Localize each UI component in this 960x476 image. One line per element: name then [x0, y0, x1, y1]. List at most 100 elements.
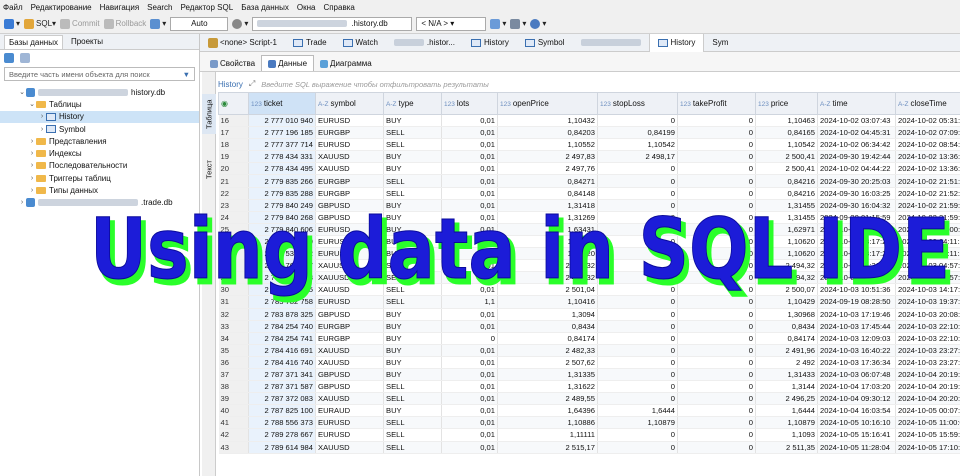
- cell-type[interactable]: SELL: [383, 428, 442, 442]
- cell-symbol[interactable]: GBPUSD: [315, 368, 384, 382]
- cell-ticket[interactable]: 2 782 005 055: [248, 283, 316, 297]
- cell-takeprofit[interactable]: 0: [677, 223, 756, 236]
- cell-lots[interactable]: 0,01: [441, 114, 498, 128]
- cell-stoploss[interactable]: 0: [597, 344, 678, 357]
- cell-type[interactable]: SELL: [383, 283, 442, 297]
- table-row[interactable]: 23 2 779 840 249 GBPUSD BUY 0,01 1,31418 0 0 1,3…: [218, 199, 960, 212]
- cell-time[interactable]: 2024-10-03 04:36:35: [817, 271, 896, 285]
- cell-openprice[interactable]: 1,64396: [497, 404, 598, 418]
- table-row[interactable]: 41 2 788 556 373 EURUSD SELL 0,01 1,10886 1,10…: [218, 416, 960, 430]
- cell-time[interactable]: 2024-10-05 15:16:41: [817, 428, 896, 442]
- table-row[interactable]: 33 2 784 254 740 EURGBP BUY 0,01 0,8434 0 0 0,84…: [218, 320, 960, 333]
- row-number-cell[interactable]: 18: [218, 138, 249, 152]
- cell-openprice[interactable]: 2 494,32: [497, 259, 598, 273]
- cell-time[interactable]: 2024-10-03 17:36:34: [817, 356, 896, 369]
- cell-closetime[interactable]: 2024-10-03 20:08:01: [895, 308, 960, 321]
- cell-type[interactable]: BUY: [383, 247, 442, 261]
- cell-price[interactable]: 2 500,07: [755, 283, 818, 297]
- cell-stoploss[interactable]: 0: [597, 356, 678, 369]
- cell-closetime[interactable]: 2024-10-04 20:19:43: [895, 368, 960, 382]
- cell-openprice[interactable]: 1,63431: [497, 223, 598, 236]
- cell-type[interactable]: SELL: [383, 392, 442, 406]
- cell-lots[interactable]: 0,01: [441, 162, 498, 176]
- row-number-cell[interactable]: 27: [218, 247, 249, 261]
- row-number-cell[interactable]: 24: [218, 211, 249, 224]
- database-icon[interactable]: [4, 53, 14, 63]
- table-row[interactable]: 18 2 777 377 714 EURUSD SELL 0,01 1,10552 1,10…: [218, 138, 960, 152]
- cell-closetime[interactable]: 2024-10-03 22:10:09: [895, 320, 960, 333]
- cell-type[interactable]: SELL: [383, 138, 442, 152]
- cell-closetime[interactable]: 2024-10-02 05:31:54: [895, 114, 960, 128]
- cell-ticket[interactable]: 2 778 434 331: [248, 150, 316, 164]
- cell-lots[interactable]: 0,01: [441, 392, 498, 406]
- cell-lots[interactable]: 0: [441, 271, 498, 285]
- chevron-right-icon[interactable]: ›: [28, 187, 36, 194]
- tab-blurred[interactable]: [573, 34, 649, 52]
- cell-lots[interactable]: 0,01: [441, 126, 498, 140]
- cell-price[interactable]: 2 492: [755, 356, 818, 369]
- cell-lots[interactable]: 0,01: [441, 320, 498, 333]
- menu-help[interactable]: Справка: [323, 3, 354, 12]
- tab-script-1[interactable]: <none> Script-1: [200, 34, 285, 52]
- cell-openprice[interactable]: 1,11111: [497, 428, 598, 442]
- cell-takeprofit[interactable]: 0: [677, 126, 756, 140]
- cell-openprice[interactable]: 1,10886: [497, 416, 598, 430]
- tab-projects[interactable]: Проекты: [71, 37, 103, 46]
- cell-type[interactable]: BUY: [383, 150, 442, 164]
- row-number-cell[interactable]: 33: [218, 320, 249, 333]
- column-header-takeprofit[interactable]: 123 takeProfit: [677, 92, 756, 115]
- row-number-cell[interactable]: 36: [218, 356, 249, 369]
- cell-stoploss[interactable]: 0: [597, 308, 678, 321]
- link-icon[interactable]: [20, 53, 30, 63]
- cell-price[interactable]: 1,1093: [755, 428, 818, 442]
- cell-openprice[interactable]: 0,84203: [497, 126, 598, 140]
- cell-symbol[interactable]: GBPUSD: [315, 380, 384, 394]
- tools-button[interactable]: ▾: [490, 17, 506, 31]
- commit-button[interactable]: Commit: [60, 17, 100, 31]
- cell-ticket[interactable]: 2 779 840 249: [248, 199, 316, 212]
- cell-stoploss[interactable]: 0: [597, 247, 678, 261]
- active-datasource-select[interactable]: .history.db: [252, 16, 413, 31]
- row-number-cell[interactable]: 31: [218, 295, 249, 309]
- column-header-rownum[interactable]: ◉: [218, 92, 249, 115]
- cell-time[interactable]: 2024-10-04 17:03:20: [817, 380, 896, 394]
- row-number-cell[interactable]: 22: [218, 187, 249, 200]
- cell-time[interactable]: 2024-10-03 06:07:48: [817, 368, 896, 382]
- cell-type[interactable]: BUY: [383, 162, 442, 176]
- cell-takeprofit[interactable]: 0: [677, 283, 756, 297]
- cell-lots[interactable]: 0,01: [441, 441, 498, 454]
- cell-type[interactable]: BUY: [383, 223, 442, 236]
- cell-symbol[interactable]: XAUUSD: [315, 162, 384, 176]
- cell-ticket[interactable]: 2 789 278 667: [248, 428, 316, 442]
- menu-database[interactable]: База данных: [241, 3, 289, 12]
- tree-node-tables[interactable]: ⌄ Таблицы: [0, 98, 199, 110]
- cell-closetime[interactable]: 2024-10-05 15:59:22: [895, 428, 960, 442]
- rollback-button[interactable]: Rollback: [103, 17, 146, 31]
- cell-ticket[interactable]: 2 779 840 606: [248, 223, 316, 236]
- cell-ticket[interactable]: 2 780 537 222: [248, 247, 316, 261]
- cell-ticket[interactable]: 2 779 840 268: [248, 211, 316, 224]
- cell-price[interactable]: 2 500,41: [755, 150, 818, 164]
- chevron-right-icon[interactable]: ›: [28, 175, 36, 182]
- tree-node-history[interactable]: › History: [0, 110, 199, 123]
- cell-time[interactable]: 2024-10-03 03:17:21: [817, 235, 896, 249]
- cell-price[interactable]: 1,30968: [755, 308, 818, 321]
- cell-stoploss[interactable]: 0: [597, 235, 678, 249]
- cell-symbol[interactable]: XAUUSD: [315, 283, 384, 297]
- row-number-cell[interactable]: 21: [218, 174, 249, 188]
- table-row[interactable]: 31 2 783 782 758 EURUSD SELL 1,1 1,10416 0 0 1,1…: [218, 295, 960, 309]
- cell-openprice[interactable]: 1,31622: [497, 380, 598, 394]
- row-number-cell[interactable]: 28: [218, 259, 249, 273]
- table-row[interactable]: 30 2 782 005 055 XAUUSD SELL 0,01 2 501,04 0 0 2…: [218, 283, 960, 297]
- cell-stoploss[interactable]: 0: [597, 223, 678, 236]
- table-row[interactable]: 34 2 784 254 741 EURGBP BUY 0 0,84174 0 0 0,8417…: [218, 332, 960, 345]
- cell-stoploss[interactable]: 0: [597, 211, 678, 224]
- tab-grid-view[interactable]: Таблица: [202, 94, 216, 134]
- cell-lots[interactable]: 0,01: [441, 308, 498, 321]
- cell-ticket[interactable]: 2 784 416 691: [248, 344, 316, 357]
- cell-takeprofit[interactable]: 0: [677, 162, 756, 176]
- cell-closetime[interactable]: 2024-10-05 17:10:59: [895, 441, 960, 454]
- cell-symbol[interactable]: EURGBP: [315, 320, 384, 333]
- cell-closetime[interactable]: 2024-10-02 08:54:16: [895, 138, 960, 152]
- cell-takeprofit[interactable]: 0: [677, 441, 756, 454]
